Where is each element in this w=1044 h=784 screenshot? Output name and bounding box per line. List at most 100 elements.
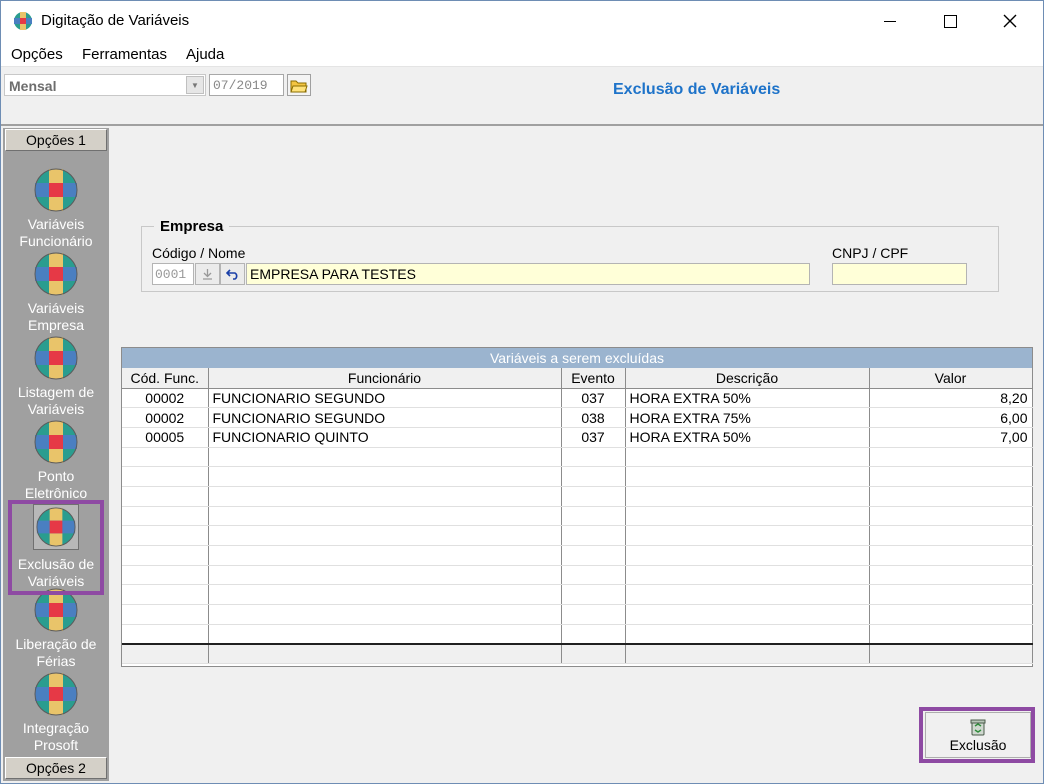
variables-grid: Variáveis a serem excluídas Cód. Func. F… bbox=[121, 347, 1033, 667]
empty-row[interactable] bbox=[122, 624, 1033, 645]
module-globe-icon bbox=[34, 336, 78, 380]
chevron-down-icon[interactable]: ▼ bbox=[186, 76, 204, 94]
sidebar-item-label: Variáveis Funcionário bbox=[19, 216, 93, 249]
maximize-icon bbox=[943, 14, 957, 28]
module-globe-icon bbox=[34, 420, 78, 464]
page-title: Exclusão de Variáveis bbox=[613, 81, 781, 98]
sidebar-item-label: Ponto Eletrônico bbox=[24, 468, 88, 501]
period-select[interactable]: Mensal ▼ bbox=[4, 74, 206, 96]
table-header-row: Cód. Func. Funcionário Evento Descrição … bbox=[122, 368, 1033, 389]
module-globe-icon bbox=[34, 588, 78, 632]
cell-funcionario[interactable]: FUNCIONARIO SEGUNDO bbox=[208, 407, 562, 428]
sidebar-item-integracao-prosoft[interactable]: Integração Prosoft bbox=[7, 672, 105, 756]
cell-cod-func[interactable]: 00002 bbox=[122, 388, 209, 409]
cell-valor[interactable]: 8,20 bbox=[869, 388, 1033, 409]
grid-caption: Variáveis a serem excluídas bbox=[122, 348, 1032, 368]
cell-descricao[interactable]: HORA EXTRA 50% bbox=[625, 388, 870, 409]
open-folder-button[interactable] bbox=[287, 74, 311, 96]
exclusao-button-label: Exclusão bbox=[949, 737, 1007, 753]
sidebar: Opções 1 Variáveis Funcionário Variáveis… bbox=[3, 128, 109, 781]
folder-open-icon bbox=[290, 80, 308, 92]
cell-valor[interactable]: 6,00 bbox=[869, 407, 1033, 428]
module-globe-icon bbox=[34, 168, 78, 212]
sidebar-item-label: Exclusão de Variáveis bbox=[17, 556, 95, 589]
column-header-valor[interactable]: Valor bbox=[869, 368, 1033, 389]
sidebar-item-label: Variáveis Empresa bbox=[27, 300, 85, 333]
sidebar-item-liberacao-ferias[interactable]: Liberação de Férias bbox=[7, 588, 105, 672]
sidebar-header-opcoes-2[interactable]: Opções 2 bbox=[5, 757, 107, 779]
undo-icon bbox=[225, 269, 237, 280]
empty-row[interactable] bbox=[122, 466, 1033, 487]
company-code-field[interactable]: 0001 bbox=[152, 263, 194, 285]
date-field[interactable]: 07/2019 bbox=[209, 74, 284, 96]
title-bar: Digitação de Variáveis bbox=[1, 1, 1043, 41]
cell-cod-func[interactable]: 00002 bbox=[122, 407, 209, 428]
sidebar-item-label: Liberação de Férias bbox=[15, 636, 97, 669]
toolbar: Mensal ▼ 07/2019 Exclusão de Variáveis bbox=[1, 68, 1043, 126]
menu-bar: Opções Ferramentas Ajuda bbox=[1, 41, 1043, 67]
cell-evento[interactable]: 037 bbox=[561, 388, 626, 409]
cell-evento[interactable]: 038 bbox=[561, 407, 626, 428]
column-header-funcionario[interactable]: Funcionário bbox=[208, 368, 562, 389]
sidebar-item-variaveis-funcionario[interactable]: Variáveis Funcionário bbox=[7, 168, 105, 252]
sidebar-header-opcoes-1[interactable]: Opções 1 bbox=[5, 129, 107, 151]
table-row[interactable]: 00005 FUNCIONARIO QUINTO 037 HORA EXTRA … bbox=[122, 427, 1033, 448]
menu-ajuda[interactable]: Ajuda bbox=[186, 46, 224, 63]
sidebar-item-label: Integração Prosoft bbox=[22, 720, 90, 753]
empresa-group-title: Empresa bbox=[154, 218, 230, 235]
cell-funcionario[interactable]: FUNCIONARIO SEGUNDO bbox=[208, 388, 562, 409]
empresa-groupbox: Empresa Código / Nome CNPJ / CPF 0001 EM… bbox=[141, 218, 999, 292]
sidebar-item-variaveis-empresa[interactable]: Variáveis Empresa bbox=[7, 252, 105, 336]
minimize-icon bbox=[884, 20, 896, 22]
empty-row[interactable] bbox=[122, 565, 1033, 586]
app-icon bbox=[14, 12, 32, 30]
table-row[interactable]: 00002 FUNCIONARIO SEGUNDO 037 HORA EXTRA… bbox=[122, 388, 1033, 409]
close-icon bbox=[1003, 14, 1017, 28]
cell-descricao[interactable]: HORA EXTRA 50% bbox=[625, 427, 870, 448]
undo-button[interactable] bbox=[220, 263, 245, 285]
app-window: Digitação de Variáveis Opções Ferramenta… bbox=[0, 0, 1044, 784]
table-row[interactable]: 00002 FUNCIONARIO SEGUNDO 038 HORA EXTRA… bbox=[122, 407, 1033, 428]
sidebar-item-ponto-eletronico[interactable]: Ponto Eletrônico bbox=[7, 420, 105, 504]
download-arrow-icon bbox=[203, 269, 212, 280]
column-header-cod-func[interactable]: Cód. Func. bbox=[122, 368, 209, 389]
main-panel: Empresa Código / Nome CNPJ / CPF 0001 EM… bbox=[109, 128, 1043, 781]
empty-row[interactable] bbox=[122, 506, 1033, 527]
module-globe-icon bbox=[34, 252, 78, 296]
cell-descricao[interactable]: HORA EXTRA 75% bbox=[625, 407, 870, 428]
sidebar-item-label: Listagem de Variáveis bbox=[17, 384, 95, 417]
empty-row[interactable] bbox=[122, 486, 1033, 507]
menu-opcoes[interactable]: Opções bbox=[11, 46, 63, 63]
cell-valor[interactable]: 7,00 bbox=[869, 427, 1033, 448]
exclusao-button[interactable]: Exclusão bbox=[925, 712, 1031, 758]
window-title: Digitação de Variáveis bbox=[41, 12, 190, 29]
cnpj-field[interactable] bbox=[832, 263, 967, 285]
variables-table: Cód. Func. Funcionário Evento Descrição … bbox=[122, 368, 1033, 665]
cell-cod-func[interactable]: 00005 bbox=[122, 427, 209, 448]
empty-row[interactable] bbox=[122, 545, 1033, 566]
company-name-field[interactable]: EMPRESA PARA TESTES bbox=[246, 263, 810, 285]
close-button[interactable] bbox=[981, 1, 1039, 41]
module-globe-icon bbox=[34, 672, 78, 716]
code-name-label: Código / Nome bbox=[152, 245, 246, 261]
column-header-evento[interactable]: Evento bbox=[561, 368, 626, 389]
module-globe-icon bbox=[36, 507, 76, 547]
empty-row[interactable] bbox=[122, 604, 1033, 625]
empty-row[interactable] bbox=[122, 525, 1033, 546]
lookup-button[interactable] bbox=[195, 263, 220, 285]
sidebar-item-exclusao-variaveis[interactable]: Exclusão de Variáveis bbox=[7, 504, 105, 589]
active-icon-frame bbox=[33, 504, 79, 550]
cnpj-label: CNPJ / CPF bbox=[832, 245, 909, 261]
recycle-bin-icon bbox=[970, 719, 986, 736]
column-header-descricao[interactable]: Descrição bbox=[625, 368, 870, 389]
empty-row[interactable] bbox=[122, 584, 1033, 606]
grid-footer-row bbox=[122, 642, 1033, 665]
period-value: Mensal bbox=[9, 78, 57, 94]
minimize-button[interactable] bbox=[861, 1, 919, 41]
empty-row[interactable] bbox=[122, 447, 1033, 468]
cell-evento[interactable]: 037 bbox=[561, 427, 626, 448]
menu-ferramentas[interactable]: Ferramentas bbox=[82, 46, 167, 63]
maximize-button[interactable] bbox=[921, 1, 979, 41]
sidebar-item-listagem-variaveis[interactable]: Listagem de Variáveis bbox=[7, 336, 105, 420]
cell-funcionario[interactable]: FUNCIONARIO QUINTO bbox=[208, 427, 562, 448]
